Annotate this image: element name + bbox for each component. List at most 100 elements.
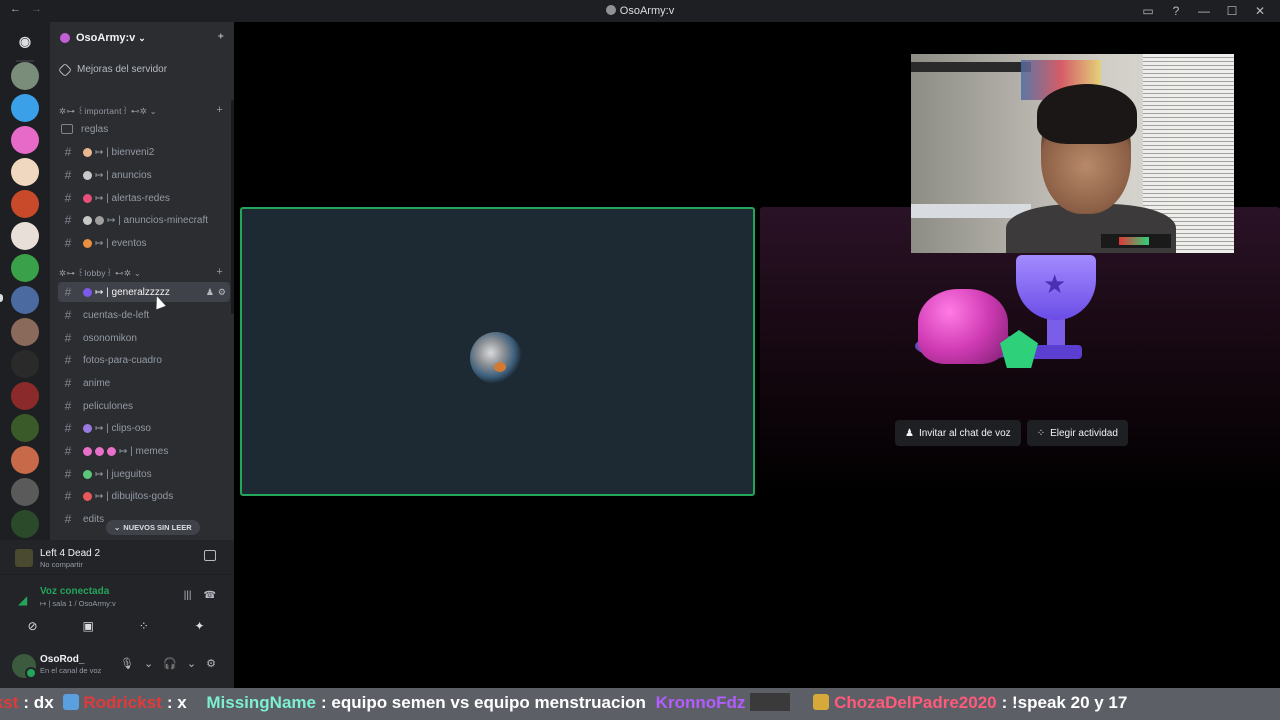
- avatar[interactable]: [12, 654, 37, 679]
- channel-alertas-redes[interactable]: # ↦ | alertas-redes: [58, 188, 230, 208]
- hash-icon: #: [64, 191, 72, 205]
- server-icon-10[interactable]: [11, 350, 39, 378]
- server-icon-1[interactable]: [11, 62, 39, 90]
- add-channel-icon[interactable]: +: [216, 104, 223, 116]
- ticker-track: Rodrickst: dx Rodrickst: x MissingName: …: [0, 693, 1132, 713]
- channel-cuentas-de-left[interactable]: # cuentas-de-left: [58, 305, 230, 325]
- server-icon-osoarmy[interactable]: [11, 286, 39, 314]
- channel-dibujitos-gods[interactable]: # ↦ | dibujitos-gods: [58, 486, 230, 506]
- discord-home-icon[interactable]: ◉: [12, 28, 38, 54]
- hash-icon: #: [64, 168, 72, 182]
- webcam-hair: [1037, 84, 1137, 144]
- chevron-down-icon[interactable]: ⌄: [144, 657, 153, 670]
- hash-icon: #: [64, 331, 72, 345]
- channel-eventos[interactable]: # ↦ | eventos: [58, 233, 230, 253]
- hash-icon: #: [64, 421, 72, 435]
- server-icon-3[interactable]: [11, 126, 39, 154]
- hash-icon: #: [64, 353, 72, 367]
- gear-icon[interactable]: ⚙: [218, 287, 226, 298]
- channel-peliculones[interactable]: # peliculones: [58, 396, 230, 416]
- wave-emoji-icon: [83, 147, 92, 157]
- channel-anime[interactable]: # anime: [58, 373, 230, 393]
- activity-icon[interactable]: ⁘: [121, 615, 166, 637]
- crown-badge-icon: [813, 694, 830, 710]
- ticker-message: : x: [166, 693, 187, 712]
- channel-label: ↦ | jueguitos: [95, 468, 152, 480]
- hash-icon: #: [64, 145, 72, 159]
- trophy-base-illustration: [1030, 345, 1082, 359]
- camera-off-icon[interactable]: ⊘: [10, 615, 55, 637]
- channel-label: osonomikon: [83, 332, 137, 344]
- invite-to-voice-button[interactable]: ♟ Invitar al chat de voz: [895, 420, 1021, 446]
- noise-suppression-icon[interactable]: |||: [184, 590, 192, 601]
- screen-share-icon[interactable]: [204, 550, 216, 561]
- disconnect-icon[interactable]: ☎: [204, 590, 216, 601]
- invite-label: Invitar al chat de voz: [918, 427, 1011, 439]
- channel-label: cuentas-de-left: [83, 309, 150, 321]
- channel-memes[interactable]: # ↦ | memes: [58, 441, 230, 461]
- face-emoji-icon: [83, 446, 92, 456]
- channel-anuncios[interactable]: # ↦ | anuncios: [58, 165, 230, 185]
- user-name[interactable]: OsoRod_: [40, 654, 84, 665]
- minimize-button[interactable]: —: [1190, 2, 1218, 20]
- server-icon-7[interactable]: [11, 254, 39, 282]
- server-icon-5[interactable]: [11, 190, 39, 218]
- ticker-message: : dx: [23, 693, 54, 712]
- channel-osonomikon[interactable]: # osonomikon: [58, 328, 230, 348]
- choose-activity-label: Elegir actividad: [1050, 427, 1118, 439]
- channel-fotos-para-cuadro[interactable]: # fotos-para-cuadro: [58, 350, 230, 370]
- participant-tile[interactable]: [240, 207, 755, 496]
- ticker-user: ChozaDelPadre2020: [834, 693, 997, 712]
- choose-activity-button[interactable]: ⁘ Elegir actividad: [1026, 420, 1128, 446]
- server-icon-4[interactable]: [11, 158, 39, 186]
- sticker-image: [750, 693, 791, 711]
- help-icon[interactable]: ?: [1162, 2, 1190, 20]
- chevron-down-icon[interactable]: ⌄: [187, 657, 196, 670]
- gear-icon[interactable]: ⚙: [206, 657, 216, 670]
- server-icon-15[interactable]: [11, 510, 39, 538]
- channel-sidebar: OsoArmy:v ⌄ ⁺ Mejoras del servidor ✲⊶ ꒰i…: [50, 22, 234, 540]
- server-header[interactable]: OsoArmy:v ⌄ ⁺: [50, 22, 234, 54]
- channel-generalzzzzz[interactable]: # ↦ | generalzzzzz ♟ ⚙: [58, 282, 230, 302]
- inbox-icon[interactable]: ▭: [1134, 2, 1162, 20]
- server-icon-14[interactable]: [11, 478, 39, 506]
- soundboard-icon[interactable]: ✦: [177, 615, 222, 637]
- new-unread-pill[interactable]: ⌄ NUEVOS SIN LEER: [106, 520, 200, 535]
- microphone-icon[interactable]: 🎙: [120, 657, 134, 670]
- server-icon-13[interactable]: [11, 446, 39, 474]
- channel-anuncios-minecraft[interactable]: # ↦ | anuncios-minecraft: [58, 210, 230, 230]
- category-important[interactable]: ✲⊶ ꒰important꒱ ⊷✲ ⌄ +: [59, 104, 229, 117]
- game-share-status: No compartir: [40, 560, 83, 569]
- maximize-button[interactable]: ☐: [1218, 2, 1246, 20]
- pickaxe-emoji-icon: [95, 215, 104, 225]
- server-boost-link[interactable]: Mejoras del servidor: [57, 62, 167, 77]
- channel-clips-oso[interactable]: # ↦ | clips-oso: [58, 418, 230, 438]
- add-channel-icon[interactable]: +: [216, 266, 223, 278]
- channel-label: ↦ | bienveni2: [95, 146, 155, 158]
- participant-avatar: [470, 332, 522, 384]
- window-title: OsoArmy:v: [0, 5, 1280, 17]
- voice-status[interactable]: Voz conectada: [40, 586, 109, 597]
- add-member-icon[interactable]: ⁺: [218, 31, 224, 45]
- server-icon-6[interactable]: [11, 222, 39, 250]
- server-icon-9[interactable]: [11, 318, 39, 346]
- hash-icon: #: [64, 512, 72, 526]
- channel-jueguitos[interactable]: # ↦ | jueguitos: [58, 464, 230, 484]
- channel-label: reglas: [81, 123, 109, 135]
- voice-controls: ||| ☎: [184, 590, 216, 601]
- signal-icon[interactable]: ◢: [18, 593, 27, 607]
- headphones-icon[interactable]: 🎧: [163, 657, 177, 670]
- channel-reglas[interactable]: reglas: [58, 119, 230, 139]
- channel-bienveni2[interactable]: # ↦ | bienveni2: [58, 142, 230, 162]
- ticker-user: KronnoFdz: [655, 693, 746, 712]
- active-server-pill: [0, 294, 3, 302]
- server-icon-2[interactable]: [11, 94, 39, 122]
- category-lobby[interactable]: ✲⊶ ꒰lobby꒱ ⊷✲ ⌄ +: [59, 266, 229, 279]
- close-button[interactable]: ✕: [1246, 2, 1274, 20]
- screen-share-icon[interactable]: ▣: [66, 615, 111, 637]
- face-emoji-icon: [107, 446, 116, 456]
- voice-channel-link[interactable]: ↦ | sala 1 / OsoArmy:v: [40, 599, 116, 608]
- server-icon-12[interactable]: [11, 414, 39, 442]
- invite-icon[interactable]: ♟: [206, 287, 214, 298]
- server-icon-11[interactable]: [11, 382, 39, 410]
